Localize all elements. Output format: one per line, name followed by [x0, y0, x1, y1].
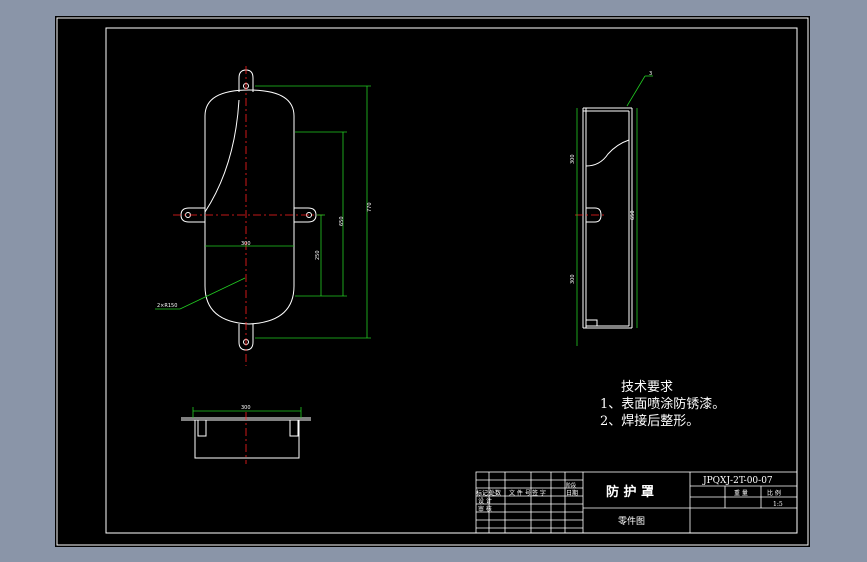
side-view: [582, 107, 633, 329]
tb-drawing-number: JPQXJ-2T-00-07: [702, 476, 773, 486]
tb-drawing-type: 零件图: [618, 515, 645, 527]
front-view-bottom-arc: [204, 285, 295, 325]
tb-label-file: 文 件 号: [509, 489, 531, 497]
side-profile-curve: [585, 139, 630, 167]
tech-req-heading: 技术要求: [621, 380, 673, 395]
tb-label-sign: 签 字: [532, 489, 546, 497]
front-dim-total-height: 770: [367, 202, 373, 212]
inner-border: [105, 27, 798, 534]
front-view-dimensions: [155, 85, 371, 339]
tb-label-mark: 标记: [476, 489, 488, 497]
tb-label-date: 日期: [566, 489, 578, 497]
side-dim-upper: 300: [570, 154, 576, 164]
front-view-body: [204, 116, 295, 286]
front-dim-half-height: 250: [315, 250, 321, 260]
bottom-dim-width: 300: [241, 405, 251, 411]
front-dim-inner-height: 650: [339, 216, 345, 226]
front-view-top-arc: [204, 89, 295, 117]
tb-label-stage: 阶段: [566, 482, 576, 489]
side-view-dimensions: [576, 75, 653, 346]
tb-label-check: 审 核: [478, 505, 492, 513]
side-dim-lower: 300: [570, 274, 576, 284]
tb-label-design: 设 计: [478, 497, 492, 505]
tb-part-name: 防 护 罩: [606, 484, 654, 500]
weld-symbol: 3: [649, 71, 652, 77]
front-view: [180, 69, 317, 351]
tb-label-count: 处数: [489, 489, 501, 497]
front-radius-label: 2×R150: [157, 303, 177, 309]
front-dim-width: 300: [241, 241, 251, 247]
tb-label-weight: 重 量: [734, 489, 748, 497]
front-view-centerlines: [173, 66, 323, 366]
tech-req-item-1: 1、表面喷涂防锈漆。: [600, 396, 725, 412]
side-dim-total: 650: [630, 210, 636, 220]
drawing-sheet: 300 770 650 250 2×R150 300 3 300 650 300…: [55, 16, 810, 547]
tech-req-item-2: 2、焊接后整形。: [600, 413, 699, 429]
front-view-sides: [204, 116, 295, 216]
cut-curve: [204, 99, 240, 213]
side-bottom-tab: [586, 319, 598, 326]
cad-drawing: 300 770 650 250 2×R150 300 3 300 650 300…: [56, 17, 809, 546]
tb-scale-value: 1:5: [773, 501, 783, 508]
outer-border: [56, 17, 809, 546]
tb-label-scale: 比 例: [767, 489, 781, 497]
